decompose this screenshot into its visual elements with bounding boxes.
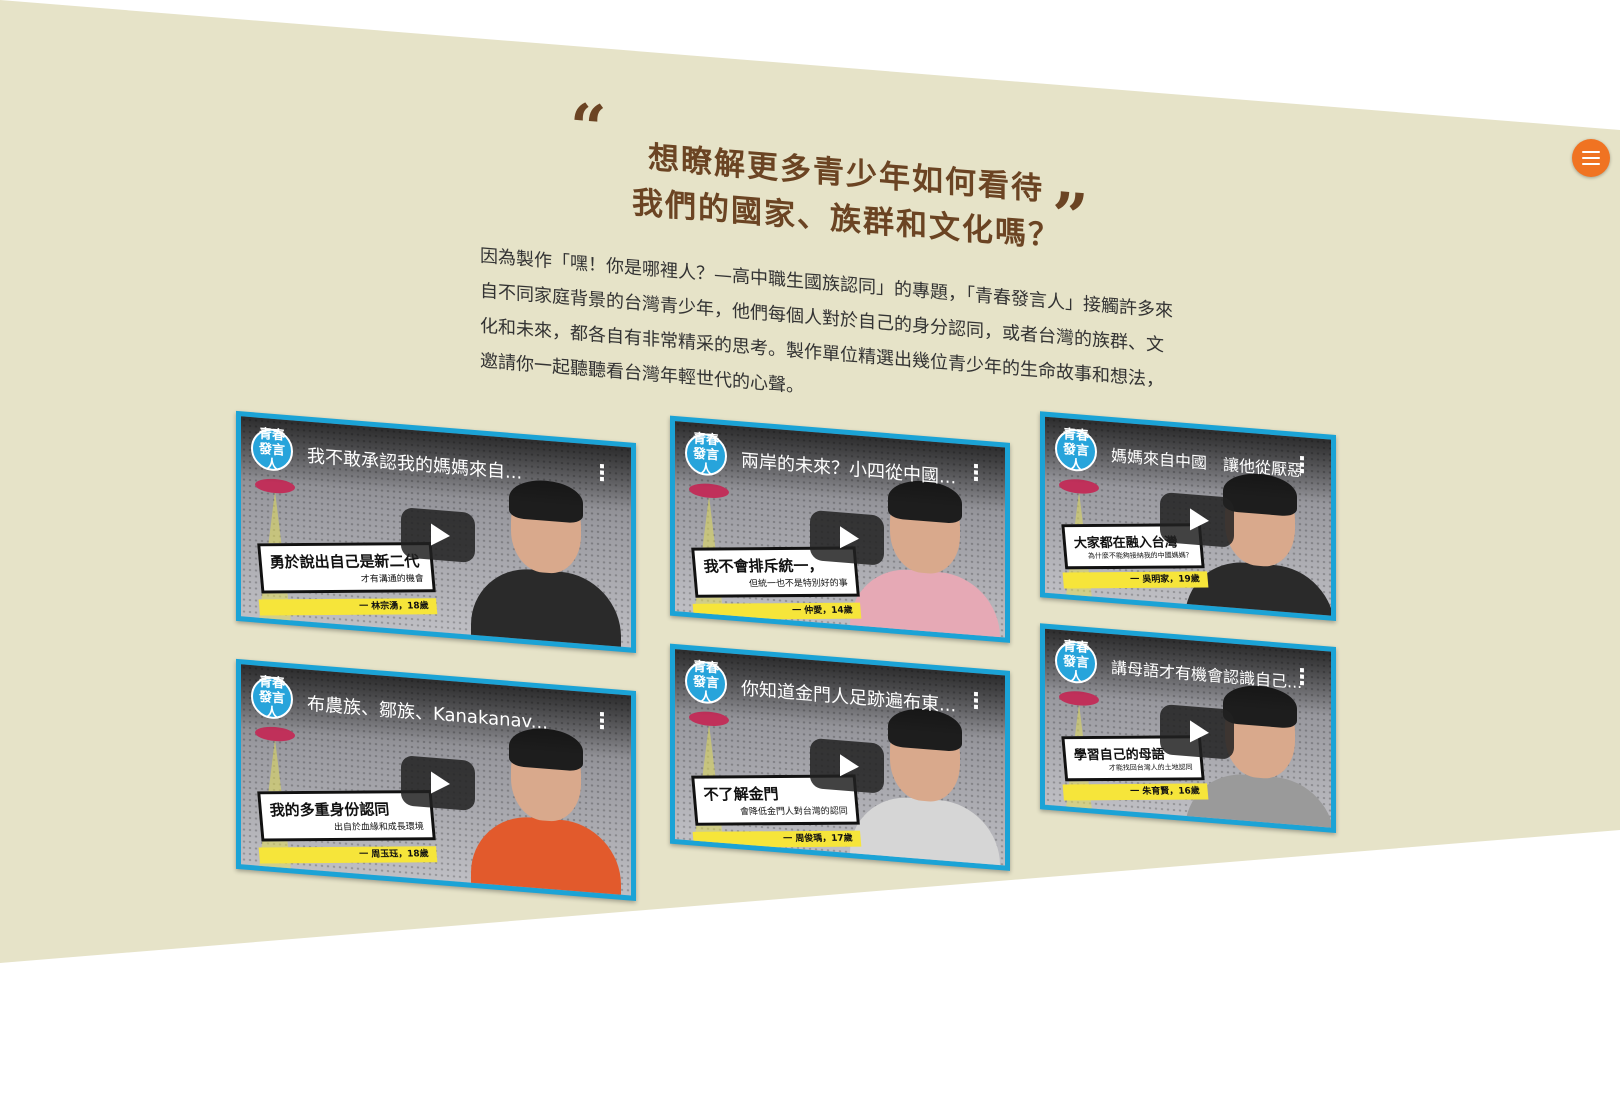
video-card[interactable]: 青春發言人 兩岸的未來？小四從中國... ⋮ 我不會排斥統一， 但統一也不是特別… bbox=[670, 415, 1010, 643]
intro-paragraph: 因為製作「嘿！你是哪裡人？—高中職生國族認同」的專題，「青春發言人」接觸許多來自… bbox=[480, 245, 1173, 398]
more-options-icon[interactable]: ⋮ bbox=[965, 460, 987, 487]
play-icon bbox=[839, 526, 859, 550]
video-card[interactable]: 青春發言人 媽媽來自中國 讓他從厭惡... ⋮ 大家都在融入台灣 為什麼不能夠接… bbox=[1040, 411, 1336, 622]
channel-logo[interactable]: 青春發言人 bbox=[251, 674, 293, 721]
video-thumbnail[interactable]: 青春發言人 你知道金門人足跡遍布東... ⋮ 不了解金門 會降低金門人對台灣的認… bbox=[675, 649, 1005, 866]
video-thumbnail[interactable]: 青春發言人 我不敢承認我的媽媽來自... ⋮ 勇於說出自己是新二代 才有溝通的機… bbox=[241, 416, 631, 648]
play-icon bbox=[1189, 720, 1209, 744]
caption-main: 勇於說出自己是新二代 bbox=[268, 552, 420, 572]
speaker-name: 一 朱育賢，16歲 bbox=[1062, 783, 1209, 801]
open-quote-icon: “ bbox=[570, 89, 607, 168]
channel-logo[interactable]: 青春發言人 bbox=[1055, 639, 1097, 685]
speaker-name: 一 周玉珏，18歲 bbox=[258, 846, 438, 864]
play-button[interactable] bbox=[1160, 491, 1234, 548]
video-card[interactable]: 青春發言人 布農族、鄒族、Kanakanav... ⋮ 我的多重身份認同 出自於… bbox=[236, 658, 636, 901]
more-options-icon[interactable]: ⋮ bbox=[1291, 452, 1313, 479]
caption-sub: 才有溝通的機會 bbox=[360, 574, 425, 585]
menu-button[interactable] bbox=[1572, 139, 1610, 177]
more-options-icon[interactable]: ⋮ bbox=[1291, 664, 1313, 691]
play-icon bbox=[430, 523, 450, 548]
video-card[interactable]: 青春發言人 我不敢承認我的媽媽來自... ⋮ 勇於說出自己是新二代 才有溝通的機… bbox=[236, 410, 636, 653]
play-button[interactable] bbox=[810, 509, 884, 566]
channel-logo[interactable]: 青春發言人 bbox=[685, 431, 727, 478]
play-icon bbox=[1189, 508, 1209, 532]
content-plane: “ 想瞭解更多青少年如何看待 我們的國家、族群和文化嗎？ ” 因為製作「嘿！你是… bbox=[0, 0, 1620, 1093]
video-thumbnail[interactable]: 青春發言人 媽媽來自中國 讓他從厭惡... ⋮ 大家都在融入台灣 為什麼不能夠接… bbox=[1045, 416, 1331, 616]
play-button[interactable] bbox=[810, 737, 884, 794]
more-options-icon[interactable]: ⋮ bbox=[965, 688, 987, 715]
video-card[interactable]: 青春發言人 你知道金門人足跡遍布東... ⋮ 不了解金門 會降低金門人對台灣的認… bbox=[670, 643, 1010, 871]
play-button[interactable] bbox=[401, 755, 475, 812]
close-quote-icon: ” bbox=[1052, 178, 1089, 257]
video-thumbnail[interactable]: 青春發言人 兩岸的未來？小四從中國... ⋮ 我不會排斥統一， 但統一也不是特別… bbox=[675, 421, 1005, 638]
caption-sub: 為什麼不能夠接納我的中國媽媽？ bbox=[1087, 551, 1193, 561]
caption-sub: 出自於血緣和成長環境 bbox=[333, 822, 425, 833]
video-thumbnail[interactable]: 青春發言人 布農族、鄒族、Kanakanav... ⋮ 我的多重身份認同 出自於… bbox=[241, 664, 631, 896]
caption-sub: 才能找回台灣人的土地認同 bbox=[1108, 763, 1193, 772]
caption-sub: 會降低金門人對台灣的認同 bbox=[739, 806, 849, 818]
speaker-name: 一 周俊瑀，17歲 bbox=[692, 830, 862, 848]
speaker-name: 一 仲愛，14歲 bbox=[692, 602, 862, 620]
channel-logo[interactable]: 青春發言人 bbox=[1055, 427, 1097, 473]
channel-logo[interactable]: 青春發言人 bbox=[685, 659, 727, 706]
channel-logo[interactable]: 青春發言人 bbox=[251, 426, 293, 473]
caption-sub: 但統一也不是特別好的事 bbox=[748, 578, 849, 590]
play-icon bbox=[839, 754, 859, 778]
more-options-icon[interactable]: ⋮ bbox=[591, 708, 613, 735]
speaker-name: 一 林宗湧，18歲 bbox=[258, 598, 438, 616]
video-card[interactable]: 青春發言人 講母語才有機會認識自己... ⋮ 學習自己的母語 才能找回台灣人的土… bbox=[1040, 623, 1336, 834]
hamburger-menu-icon bbox=[1582, 151, 1600, 165]
caption-main: 我的多重身份認同 bbox=[268, 800, 391, 820]
play-icon bbox=[430, 771, 450, 796]
video-thumbnail[interactable]: 青春發言人 講母語才有機會認識自己... ⋮ 學習自己的母語 才能找回台灣人的土… bbox=[1045, 628, 1331, 828]
play-button[interactable] bbox=[401, 507, 475, 564]
more-options-icon[interactable]: ⋮ bbox=[591, 460, 613, 487]
speaker-name: 一 吳明家，19歲 bbox=[1062, 571, 1209, 589]
play-button[interactable] bbox=[1160, 703, 1234, 760]
